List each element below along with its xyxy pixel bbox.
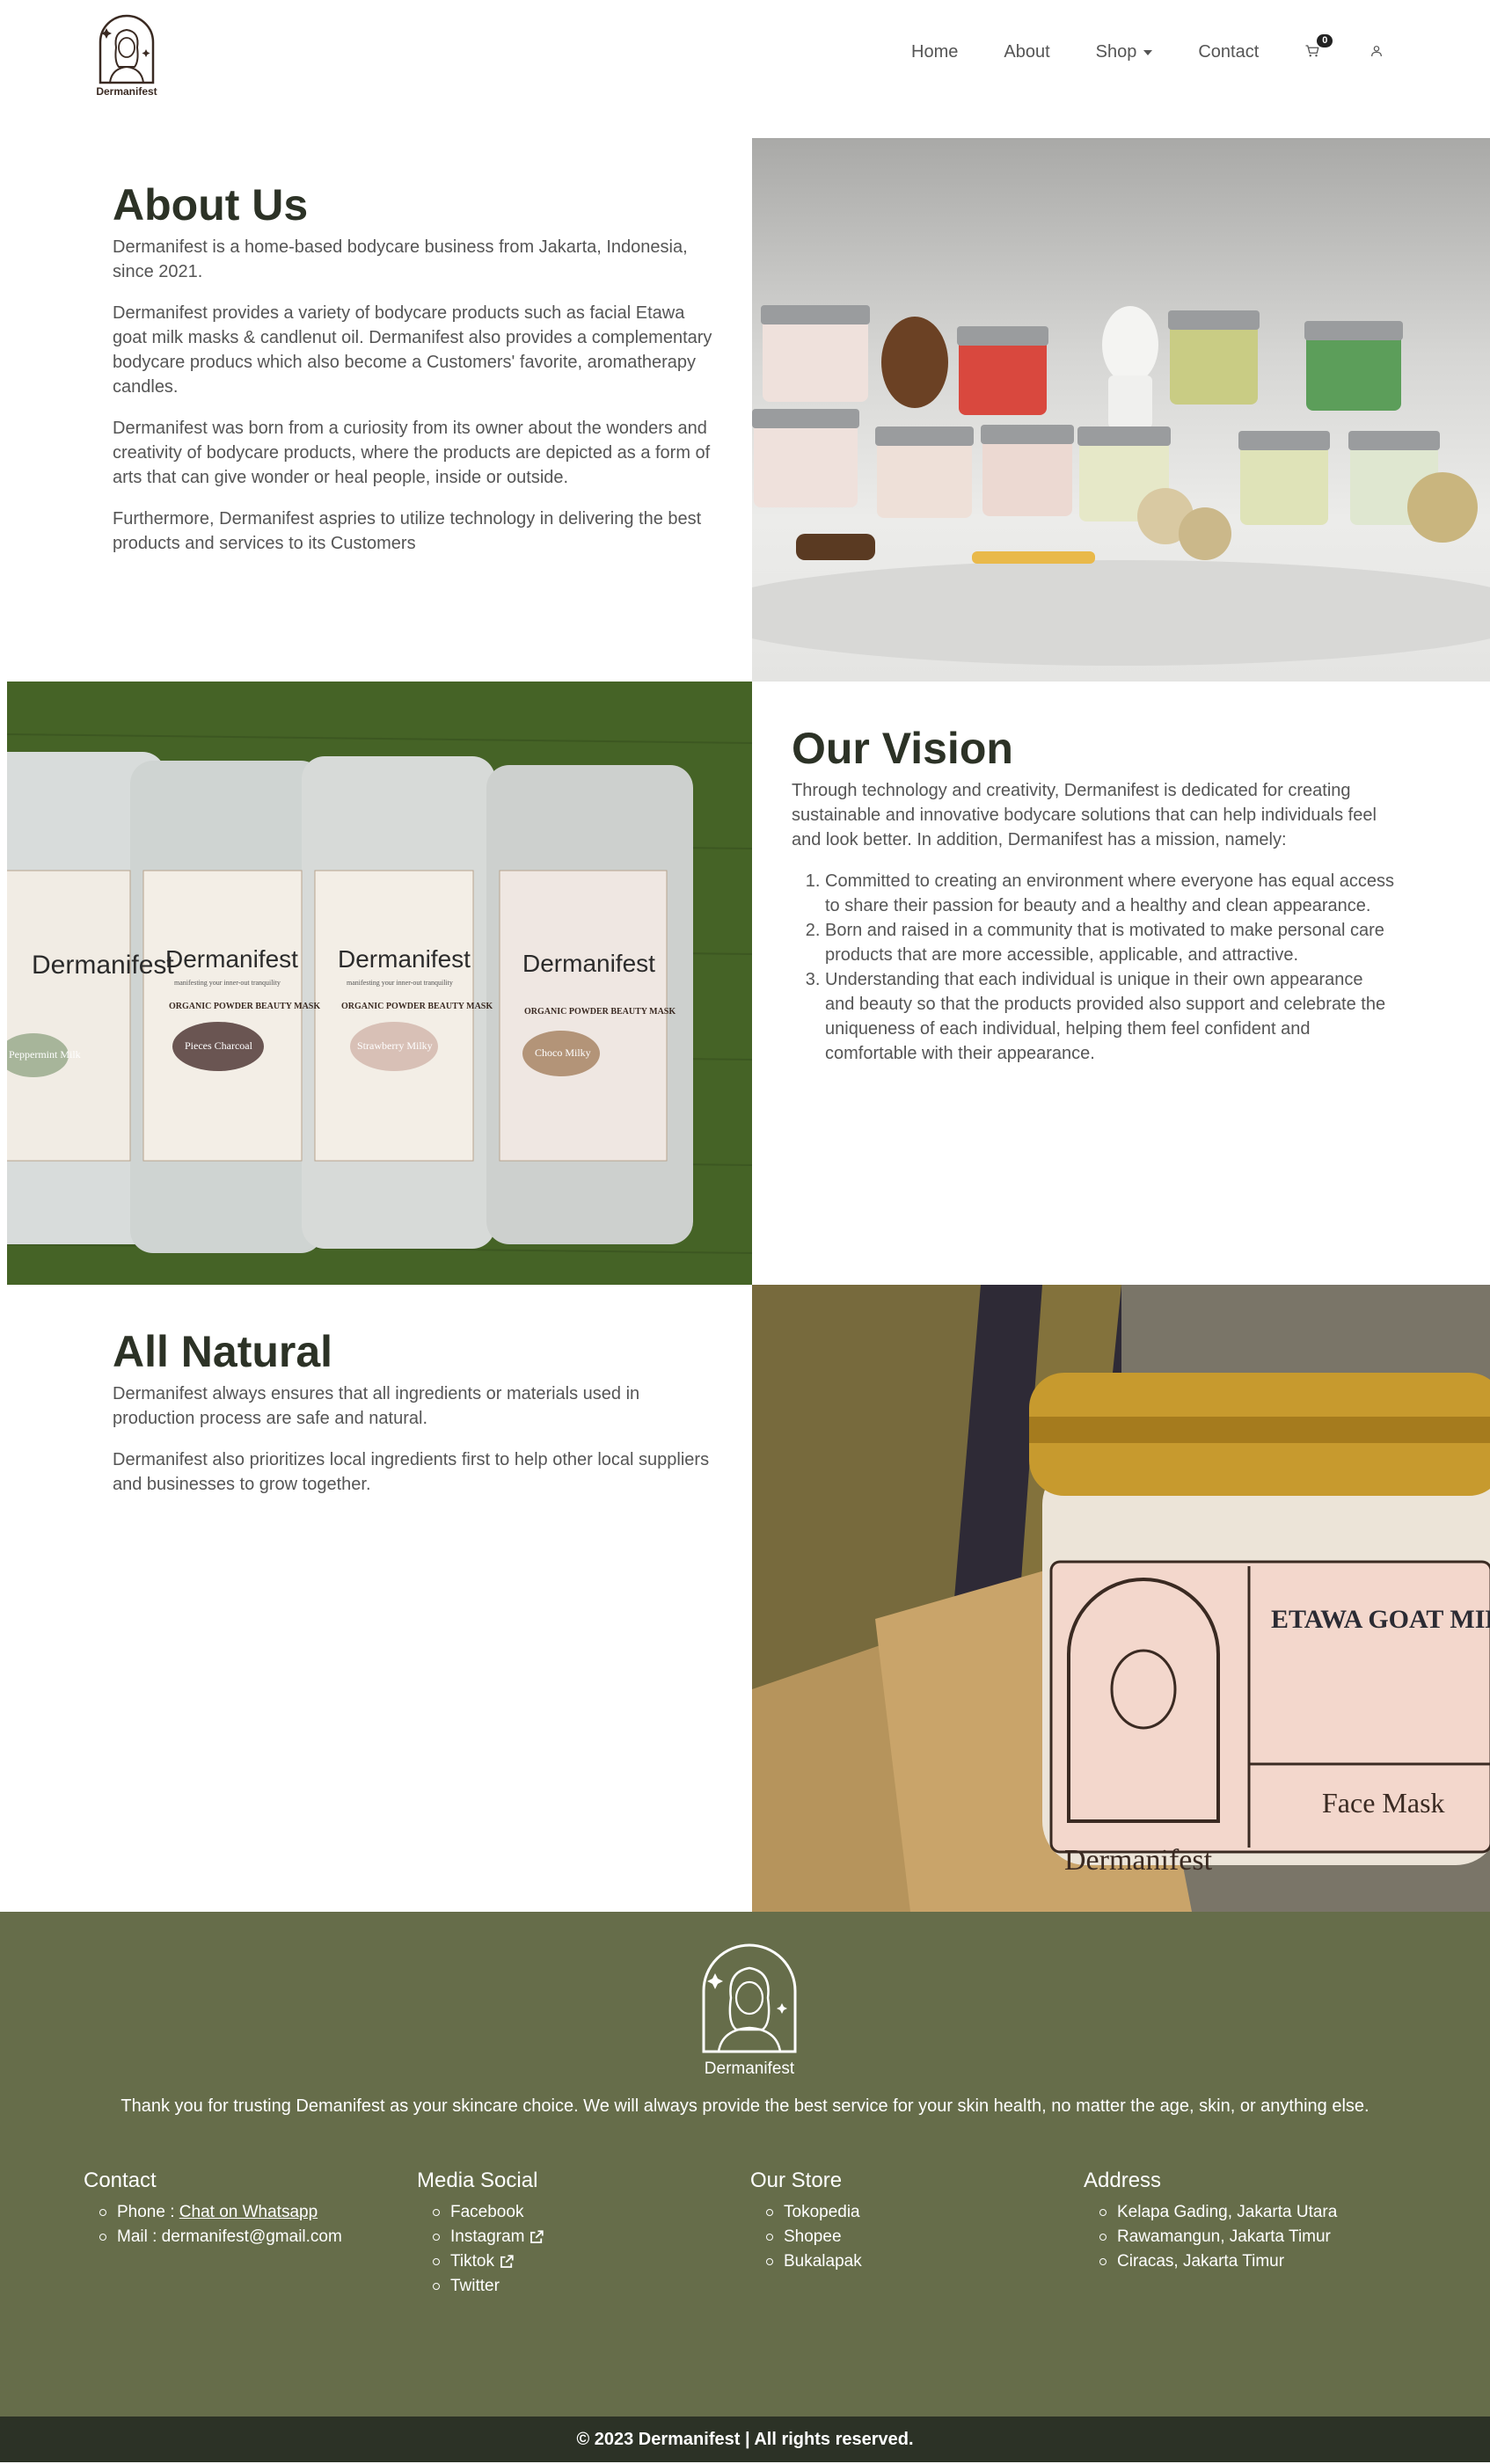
external-link-icon bbox=[530, 2230, 544, 2243]
vision-title: Our Vision bbox=[792, 724, 1013, 773]
packet-tagline-text: manifesting your inner-out tranquility bbox=[347, 979, 453, 987]
logo-emblem-icon bbox=[702, 1943, 797, 2053]
packet-tagline-text: manifesting your inner-out tranquility bbox=[174, 979, 281, 987]
natural-text-block: All Natural Dermanifest always ensures t… bbox=[113, 1325, 712, 1513]
packet-type-text: ORGANIC POWDER BEAUTY MASK bbox=[169, 1002, 320, 1011]
nav-shop[interactable]: Shop bbox=[1096, 42, 1153, 62]
vision-text-block: Our Vision Through technology and creati… bbox=[792, 722, 1394, 1066]
product-jars-illustration bbox=[752, 305, 1490, 666]
footer-store-title: Our Store bbox=[750, 2169, 843, 2192]
nav-about[interactable]: About bbox=[1004, 42, 1049, 62]
store-link-tokopedia[interactable]: Tokopedia bbox=[766, 2200, 1067, 2225]
store-link-shopee[interactable]: Shopee bbox=[766, 2225, 1067, 2249]
external-link-icon bbox=[500, 2255, 514, 2268]
about-paragraph: Dermanifest was born from a curiosity fr… bbox=[113, 419, 711, 487]
address-item: Kelapa Gading, Jakarta Utara bbox=[1099, 2200, 1400, 2225]
social-link-twitter[interactable]: Twitter bbox=[433, 2274, 734, 2299]
mission-list: Committed to creating an environment whe… bbox=[792, 869, 1394, 1066]
footer-thanks-text: Thank you for trusting Demanifest as you… bbox=[121, 2096, 1369, 2116]
product-jars-photo bbox=[752, 138, 1490, 682]
mission-item: Committed to creating an environment whe… bbox=[825, 869, 1394, 918]
footer-contact-title: Contact bbox=[84, 2169, 157, 2192]
social-link-instagram[interactable]: Instagram bbox=[433, 2225, 734, 2249]
footer-address-column: Address Kelapa Gading, Jakarta Utara Raw… bbox=[1084, 2169, 1400, 2274]
copyright-bar: © 2023 Dermanifest | All rights reserved… bbox=[0, 2417, 1490, 2462]
natural-section: All Natural Dermanifest always ensures t… bbox=[0, 1285, 1490, 1912]
packet-brand-text: Dermanifest bbox=[165, 945, 298, 973]
about-paragraph: Furthermore, Dermanifest aspries to util… bbox=[113, 509, 702, 553]
footer-phone-label: Phone : bbox=[117, 2203, 179, 2221]
cart-count-badge: 0 bbox=[1317, 33, 1333, 47]
social-link-label: Instagram bbox=[450, 2227, 525, 2246]
footer-logo: Dermanifest bbox=[701, 1942, 798, 2079]
packets-illustration: Dermanifest Dermanifest Dermanifest Derm… bbox=[7, 682, 752, 1285]
social-link-label: Tiktok bbox=[450, 2252, 494, 2271]
packet-type-text: ORGANIC POWDER BEAUTY MASK bbox=[524, 1007, 676, 1017]
brand-logo-text: Dermanifest bbox=[96, 85, 157, 98]
footer-phone-item: Phone : Chat on Whatsapp bbox=[99, 2200, 400, 2225]
footer: Dermanifest Thank you for trusting Deman… bbox=[0, 1912, 1490, 2417]
jar-brand-text: Dermanifest bbox=[1064, 1844, 1213, 1877]
address-item: Ciracas, Jakarta Timur bbox=[1099, 2249, 1400, 2274]
jar-subtitle-text: Face Mask bbox=[1322, 1787, 1445, 1819]
footer-social-title: Media Social bbox=[417, 2169, 538, 2192]
user-icon bbox=[1371, 45, 1383, 56]
chevron-down-icon bbox=[1143, 49, 1153, 55]
whatsapp-link[interactable]: Chat on Whatsapp bbox=[179, 2203, 318, 2221]
about-text-block: About Us Dermanifest is a home-based bod… bbox=[113, 179, 712, 572]
footer-contact-column: Contact Phone : Chat on Whatsapp Mail : … bbox=[84, 2169, 400, 2249]
jar-illustration: Dermanifest ETAWA GOAT MILK MASK Face Ma… bbox=[752, 1285, 1490, 1912]
about-paragraph: Dermanifest provides a variety of bodyca… bbox=[113, 303, 712, 397]
footer-store-column: Our Store Tokopedia Shopee Bukalapak bbox=[750, 2169, 1067, 2274]
about-title: About Us bbox=[113, 180, 309, 230]
mission-item: Understanding that each individual is un… bbox=[825, 967, 1394, 1066]
navbar: Dermanifest Home About Shop Contact 0 bbox=[0, 0, 1490, 138]
jar-title-text: ETAWA GOAT MILK MASK bbox=[1271, 1605, 1490, 1634]
natural-paragraph: Dermanifest also prioritizes local ingre… bbox=[113, 1450, 710, 1494]
main-nav: Home About Shop Contact 0 bbox=[911, 33, 1389, 62]
powder-mask-packets-photo: Dermanifest Dermanifest Dermanifest Derm… bbox=[7, 682, 752, 1285]
natural-title: All Natural bbox=[113, 1327, 333, 1376]
mission-item: Born and raised in a community that is m… bbox=[825, 918, 1394, 967]
footer-address-title: Address bbox=[1084, 2169, 1162, 2192]
account-button[interactable] bbox=[1369, 43, 1389, 62]
packet-flavor-text: Strawberry Milky bbox=[357, 1039, 433, 1052]
social-link-facebook[interactable]: Facebook bbox=[433, 2200, 734, 2225]
goat-milk-mask-jar-photo: Dermanifest ETAWA GOAT MILK MASK Face Ma… bbox=[752, 1285, 1490, 1912]
packet-flavor-text: Peppermint Milk bbox=[9, 1048, 81, 1061]
store-link-bukalapak[interactable]: Bukalapak bbox=[766, 2249, 1067, 2274]
footer-mail-item: Mail : dermanifest@gmail.com bbox=[99, 2225, 400, 2249]
footer-social-column: Media Social Facebook Instagram Tiktok T… bbox=[417, 2169, 734, 2299]
packet-flavor-text: Pieces Charcoal bbox=[185, 1039, 253, 1052]
logo-emblem-icon bbox=[99, 14, 155, 84]
packet-brand-text: Dermanifest bbox=[522, 950, 655, 977]
packet-type-text: ORGANIC POWDER BEAUTY MASK bbox=[341, 1002, 493, 1011]
vision-section: Dermanifest Dermanifest Dermanifest Derm… bbox=[0, 682, 1490, 1285]
packet-flavor-text: Choco Milky bbox=[535, 1046, 591, 1059]
address-item: Rawamangun, Jakarta Timur bbox=[1099, 2225, 1400, 2249]
brand-logo[interactable]: Dermanifest bbox=[91, 12, 162, 100]
cart-button[interactable]: 0 bbox=[1304, 33, 1333, 62]
packet-brand-text: Dermanifest bbox=[32, 951, 174, 980]
nav-contact[interactable]: Contact bbox=[1198, 42, 1259, 62]
vision-intro: Through technology and creativity, Derma… bbox=[792, 781, 1377, 849]
nav-home[interactable]: Home bbox=[911, 42, 958, 62]
natural-paragraph: Dermanifest always ensures that all ingr… bbox=[113, 1384, 640, 1428]
about-paragraph: Dermanifest is a home-based bodycare bus… bbox=[113, 237, 688, 281]
social-link-tiktok[interactable]: Tiktok bbox=[433, 2249, 734, 2274]
footer-logo-text: Dermanifest bbox=[704, 2059, 795, 2078]
nav-shop-label: Shop bbox=[1095, 42, 1137, 62]
packet-brand-text: Dermanifest bbox=[338, 945, 471, 973]
about-section: About Us Dermanifest is a home-based bod… bbox=[0, 138, 1490, 682]
